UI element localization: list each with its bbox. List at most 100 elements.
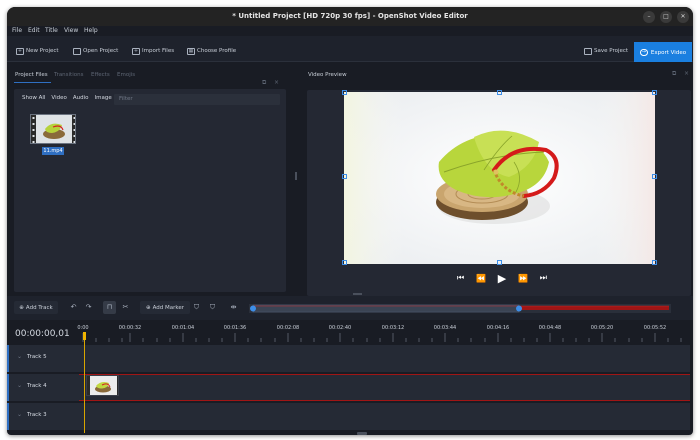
export-video-button[interactable]: → Export Video — [634, 42, 692, 63]
close-preview-icon[interactable]: × — [684, 70, 689, 77]
tab-project-files[interactable]: Project Files — [15, 72, 48, 78]
track-header[interactable]: ⌄ Track 3 — [7, 403, 79, 430]
title-bar: * Untitled Project [HD 720p 30 fps] - Op… — [7, 7, 693, 26]
profile-grid-icon: ▦ — [187, 47, 195, 55]
ruler-label: 00:05:52 — [643, 325, 667, 331]
track-header[interactable]: ⌄ Track 5 — [7, 345, 79, 372]
undock-icon[interactable]: ⧉ — [262, 79, 266, 87]
chevron-down-icon[interactable]: ⌄ — [17, 411, 22, 418]
maximize-button[interactable]: □ — [660, 11, 672, 23]
menu-file[interactable]: File — [12, 27, 22, 34]
chevron-down-icon[interactable]: ⌄ — [17, 382, 22, 389]
ruler-label: 00:03:12 — [381, 325, 405, 331]
menu-view[interactable]: View — [64, 27, 78, 34]
ruler-label: 00:02:08 — [276, 325, 300, 331]
transform-handle-top-left[interactable] — [342, 90, 347, 95]
add-track-button[interactable]: ⊕ Add Track — [14, 301, 58, 314]
new-project-button[interactable]: + New Project — [16, 46, 59, 56]
transform-handle-top[interactable] — [497, 90, 502, 95]
snapping-icon[interactable]: ⊓ — [103, 301, 116, 314]
jump-end-icon[interactable]: ⏭ — [540, 273, 547, 283]
close-button[interactable]: ✕ — [677, 11, 689, 23]
open-project-label: Open Project — [83, 48, 119, 54]
export-icon: → — [639, 49, 648, 56]
track-lane[interactable] — [79, 345, 690, 372]
jump-start-icon[interactable]: ⏮ — [457, 273, 464, 283]
active-tab-indicator — [14, 82, 51, 83]
add-marker-icon: ⊕ — [145, 304, 151, 311]
menu-bar: File Edit Title View Help — [7, 26, 693, 36]
undock-preview-icon[interactable]: ⧉ — [672, 70, 676, 78]
openshot-window: * Untitled Project [HD 720p 30 fps] - Op… — [7, 7, 693, 435]
video-frame[interactable] — [344, 92, 655, 264]
track-lane[interactable] — [79, 374, 690, 401]
timeline-zoom-slider[interactable] — [249, 304, 671, 313]
transform-handle-top-right[interactable] — [652, 90, 657, 95]
next-marker-icon[interactable]: ⛉ — [206, 301, 219, 314]
playhead-line[interactable] — [84, 333, 85, 433]
timeline-ruler[interactable]: 00:00:00,01 0:00 00:00:32 00:01:04 00:01… — [7, 320, 693, 342]
filter-image[interactable]: Image — [94, 95, 111, 105]
import-icon: + — [132, 47, 140, 55]
add-track-label: Add Track — [25, 304, 53, 311]
transform-handle-left[interactable] — [342, 174, 347, 179]
fast-forward-icon[interactable]: ⏩ — [518, 274, 528, 283]
new-project-icon: + — [16, 47, 24, 55]
panel-splitter[interactable] — [295, 172, 297, 180]
main-toolbar: + New Project Open Project + Import File… — [7, 36, 693, 63]
minimize-button[interactable]: – — [643, 11, 655, 23]
undo-icon[interactable]: ↶ — [67, 301, 80, 314]
clip-thumbnail-icon — [87, 376, 118, 395]
choose-profile-label: Choose Profile — [197, 48, 237, 54]
track-header[interactable]: ⌄ Track 4 — [7, 374, 79, 401]
save-project-button[interactable]: Save Project — [584, 46, 628, 56]
ruler-label: 00:01:36 — [223, 325, 247, 331]
film-strip-thumbnail-icon — [31, 115, 75, 143]
video-preview-panel: Video Preview ⧉ × ⏮ ⏪ ▶ ⏩ ⏭ — [300, 62, 693, 296]
center-playhead-icon[interactable]: ⇹ — [227, 301, 240, 314]
choose-profile-button[interactable]: ▦ Choose Profile — [187, 46, 236, 56]
menu-edit[interactable]: Edit — [28, 27, 40, 34]
menu-title[interactable]: Title — [45, 27, 58, 34]
save-project-label: Save Project — [594, 48, 629, 54]
transform-handle-bottom-left[interactable] — [342, 260, 347, 265]
tab-transitions[interactable]: Transitions — [54, 72, 83, 78]
add-marker-label: Add Marker — [152, 304, 185, 311]
chevron-down-icon[interactable]: ⌄ — [17, 353, 22, 360]
filter-input[interactable]: Filter — [114, 94, 280, 105]
previous-marker-icon[interactable]: ⛉ — [190, 301, 203, 314]
timeline-clip[interactable] — [86, 375, 119, 396]
save-icon — [584, 47, 592, 55]
filter-audio[interactable]: Audio — [73, 95, 89, 105]
import-files-button[interactable]: + Import Files — [132, 46, 174, 56]
window-title: * Untitled Project [HD 720p 30 fps] - Op… — [232, 12, 468, 20]
ruler-label: 00:02:40 — [328, 325, 352, 331]
ruler-label: 00:03:44 — [433, 325, 457, 331]
menu-help[interactable]: Help — [84, 27, 98, 34]
close-panel-icon[interactable]: × — [274, 79, 279, 86]
track-lane[interactable] — [79, 403, 690, 430]
play-icon[interactable]: ▶ — [498, 272, 506, 285]
playhead-handle[interactable] — [83, 332, 86, 340]
file-name-label: 11.mp4 — [42, 147, 64, 155]
redo-icon[interactable]: ↷ — [82, 301, 95, 314]
transform-handle-right[interactable] — [652, 174, 657, 179]
filter-show-all[interactable]: Show All — [22, 95, 45, 105]
timeline-splitter[interactable] — [353, 293, 362, 295]
file-thumbnail[interactable] — [30, 114, 76, 144]
current-timecode: 00:00:00,01 — [15, 329, 70, 339]
add-track-icon: ⊕ — [19, 304, 24, 311]
open-project-button[interactable]: Open Project — [73, 46, 118, 56]
rewind-icon[interactable]: ⏪ — [476, 274, 486, 283]
add-marker-button[interactable]: ⊕ Add Marker — [140, 301, 190, 314]
transform-handle-bottom-right[interactable] — [652, 260, 657, 265]
timeline-scrollbar[interactable] — [357, 432, 367, 435]
ruler-label: 00:04:16 — [486, 325, 510, 331]
transform-handle-bottom[interactable] — [497, 260, 502, 265]
track-name: Track 4 — [27, 383, 47, 389]
tab-emojis[interactable]: Emojis — [117, 72, 135, 78]
tab-effects[interactable]: Effects — [91, 72, 110, 78]
razor-icon[interactable]: ✂ — [119, 301, 132, 314]
filter-video[interactable]: Video — [51, 95, 66, 105]
file-type-filters: Show All Video Audio Image — [22, 95, 112, 105]
